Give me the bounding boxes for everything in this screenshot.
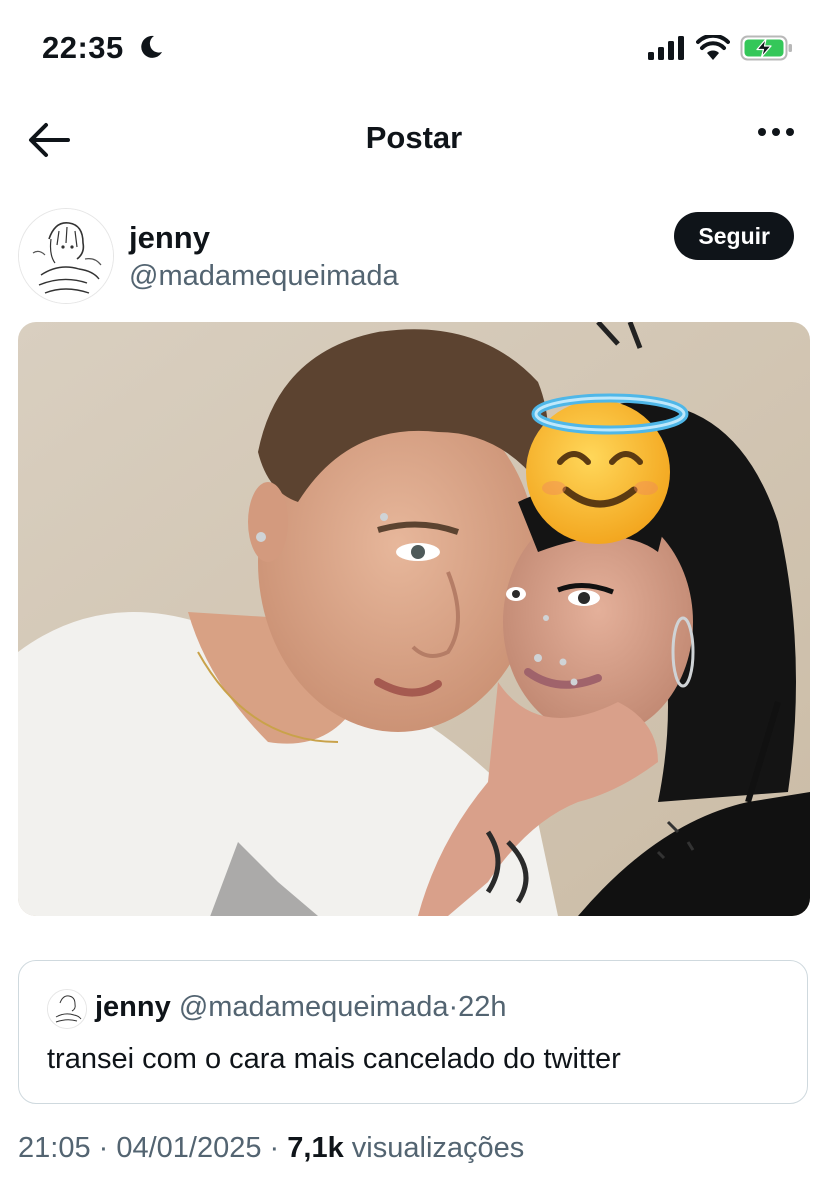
quoted-time: 22h bbox=[458, 991, 507, 1023]
more-dot bbox=[786, 128, 794, 136]
meta-separator: · bbox=[269, 1132, 280, 1164]
quoted-author-name[interactable]: jenny bbox=[95, 991, 171, 1023]
moon-icon bbox=[141, 35, 162, 58]
cellular-signal-icon bbox=[648, 36, 684, 60]
post-author: jenny @madamequeimada Seguir bbox=[18, 208, 810, 308]
quoted-separator: · bbox=[448, 991, 459, 1023]
views-label: visualizações bbox=[351, 1132, 525, 1164]
wifi-icon bbox=[696, 35, 730, 60]
more-horizontal-icon[interactable] bbox=[758, 128, 794, 136]
avatar-sketch bbox=[48, 990, 86, 1028]
more-dot bbox=[758, 128, 766, 136]
views-count: 7,1k bbox=[287, 1132, 344, 1164]
status-bar: 22:35 bbox=[0, 0, 828, 100]
quoted-author-handle[interactable]: @madamequeimada bbox=[179, 991, 449, 1023]
photo-illustration bbox=[18, 322, 810, 916]
post-timestamp[interactable]: 21:05 · 04/01/2025 bbox=[18, 1132, 261, 1164]
quoted-post-text: transei com o cara mais cancelado do twi… bbox=[47, 1043, 621, 1075]
post-meta: 21:05 · 04/01/2025 · 7,1k visualizações bbox=[18, 1132, 524, 1165]
more-dot bbox=[772, 128, 780, 136]
battery-charging-icon bbox=[740, 35, 792, 61]
quoted-author-avatar[interactable] bbox=[47, 989, 87, 1029]
page-title: Postar bbox=[365, 120, 463, 155]
follow-button[interactable]: Seguir bbox=[674, 212, 794, 260]
quoted-post[interactable]: jenny @madamequeimada·22h transei com o … bbox=[18, 960, 808, 1104]
author-handle[interactable]: @madamequeimada bbox=[129, 260, 399, 293]
post-photo[interactable] bbox=[18, 322, 810, 916]
avatar-sketch bbox=[19, 209, 113, 303]
author-name[interactable]: jenny bbox=[129, 220, 210, 256]
status-indicators bbox=[648, 34, 794, 62]
quoted-post-header: jenny @madamequeimada·22h bbox=[95, 991, 507, 1024]
status-time: 22:35 bbox=[42, 30, 124, 65]
nav-bar: Postar bbox=[0, 100, 828, 180]
author-avatar[interactable] bbox=[18, 208, 114, 304]
